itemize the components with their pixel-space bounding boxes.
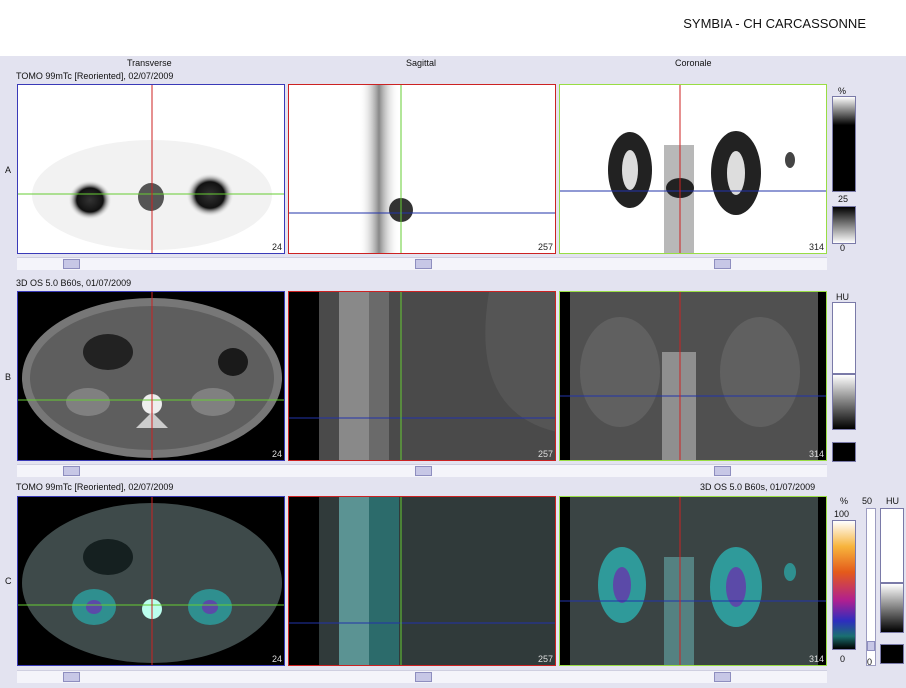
scale-c-colorbar bbox=[832, 520, 856, 650]
slider-thumb-coronal[interactable] bbox=[714, 466, 731, 476]
row-b-label: B bbox=[5, 372, 12, 382]
blend-slider-thumb[interactable] bbox=[867, 641, 875, 651]
row-a-label: A bbox=[5, 165, 12, 175]
slice-number: 314 bbox=[808, 654, 824, 664]
view-a-coronal[interactable]: 314 bbox=[559, 84, 827, 254]
scale-c-unit: % bbox=[840, 496, 849, 506]
scale-b-window[interactable] bbox=[832, 374, 856, 430]
slider-thumb-sagittal[interactable] bbox=[415, 672, 432, 682]
scale-c-ct-window[interactable] bbox=[880, 583, 904, 633]
view-c-sagittal[interactable]: 257 bbox=[288, 496, 556, 666]
view-a-sagittal[interactable]: 257 bbox=[288, 84, 556, 254]
slice-number: 257 bbox=[537, 654, 553, 664]
scale-c-window-value: 50 bbox=[862, 496, 873, 506]
view-c-coronal[interactable]: 314 bbox=[559, 496, 827, 666]
scale-a-colorbar bbox=[832, 96, 856, 192]
row-c-series-ct: 3D OS 5.0 B60s, 01/07/2009 bbox=[700, 482, 816, 492]
view-c-transverse[interactable]: 24 bbox=[17, 496, 285, 666]
column-title-coronal: Coronale bbox=[675, 58, 712, 68]
row-c-label: C bbox=[5, 576, 12, 586]
header-bar: SYMBIA - CH CARCASSONNE bbox=[0, 0, 906, 56]
scale-a-window[interactable] bbox=[832, 206, 856, 244]
blend-min: 0 bbox=[867, 657, 873, 667]
row-b-series: 3D OS 5.0 B60s, 01/07/2009 bbox=[16, 278, 132, 288]
row-c-series: TOMO 99mTc [Reoriented], 02/07/2009 bbox=[16, 482, 174, 492]
scale-c-min: 0 bbox=[840, 654, 846, 664]
scale-b-upper bbox=[832, 302, 856, 374]
scale-b-unit: HU bbox=[836, 292, 849, 302]
slice-number: 24 bbox=[271, 242, 282, 252]
slice-number: 24 bbox=[271, 654, 282, 664]
scale-c-max: 100 bbox=[834, 509, 850, 519]
scale-c-ct-upper bbox=[880, 508, 904, 583]
scale-b-lower bbox=[832, 442, 856, 462]
slice-number: 314 bbox=[808, 242, 824, 252]
scale-c-ct-lower bbox=[880, 644, 904, 664]
viewer-workspace: Transverse Sagittal Coronale TOMO 99mTc … bbox=[0, 56, 906, 688]
fusion-blend-slider[interactable] bbox=[866, 508, 876, 666]
scale-a-min: 0 bbox=[840, 243, 846, 253]
slider-thumb-sagittal[interactable] bbox=[415, 466, 432, 476]
slider-thumb-transverse[interactable] bbox=[63, 466, 80, 476]
view-b-coronal[interactable]: 314 bbox=[559, 291, 827, 461]
slider-thumb-transverse[interactable] bbox=[63, 672, 80, 682]
slice-number: 314 bbox=[808, 449, 824, 459]
slice-number: 257 bbox=[537, 242, 553, 252]
scale-a-max: 25 bbox=[838, 194, 849, 204]
slider-thumb-sagittal[interactable] bbox=[415, 259, 432, 269]
row-b-scrollbar[interactable] bbox=[17, 464, 827, 477]
slider-thumb-coronal[interactable] bbox=[714, 672, 731, 682]
slice-number: 257 bbox=[537, 449, 553, 459]
scale-a-unit: % bbox=[838, 86, 847, 96]
column-title-sagittal: Sagittal bbox=[406, 58, 437, 68]
row-c-scrollbar[interactable] bbox=[17, 670, 827, 683]
slice-number: 24 bbox=[271, 449, 282, 459]
view-b-transverse[interactable]: 24 bbox=[17, 291, 285, 461]
slider-thumb-transverse[interactable] bbox=[63, 259, 80, 269]
column-title-transverse: Transverse bbox=[127, 58, 172, 68]
view-a-transverse[interactable]: 24 bbox=[17, 84, 285, 254]
site-name: SYMBIA - CH CARCASSONNE bbox=[683, 16, 866, 31]
slider-thumb-coronal[interactable] bbox=[714, 259, 731, 269]
scale-c-unit-ct: HU bbox=[886, 496, 899, 506]
row-a-scrollbar[interactable] bbox=[17, 257, 827, 270]
view-b-sagittal[interactable]: 257 bbox=[288, 291, 556, 461]
row-a-series: TOMO 99mTc [Reoriented], 02/07/2009 bbox=[16, 71, 174, 81]
